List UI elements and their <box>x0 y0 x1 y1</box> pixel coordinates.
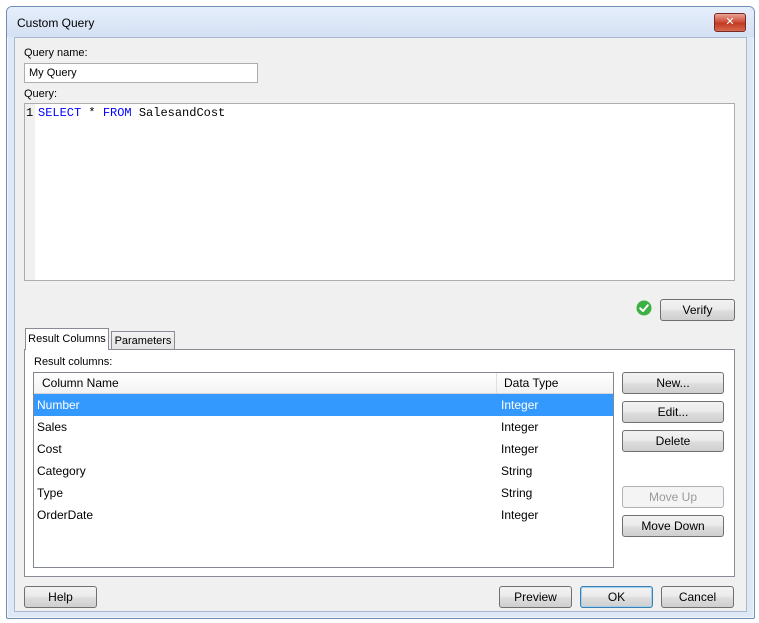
query-code-line: SELECT * FROM SalesandCost <box>38 106 225 120</box>
data-type-cell: Integer <box>501 398 539 412</box>
tab-parameters[interactable]: Parameters <box>111 331 175 350</box>
column-name-cell: Type <box>37 486 64 500</box>
sql-keyword: FROM <box>102 106 132 120</box>
data-type-cell: Integer <box>501 442 539 456</box>
result-columns-label: Result columns: <box>34 356 113 368</box>
verified-check-icon <box>636 300 652 316</box>
query-label: Query: <box>24 88 58 100</box>
list-header: Column Name Data Type <box>34 373 613 394</box>
verify-button[interactable]: Verify <box>660 299 735 321</box>
ok-button[interactable]: OK <box>580 586 653 608</box>
table-row[interactable]: Number Integer <box>34 394 613 416</box>
close-button[interactable]: ✕ <box>714 13 746 32</box>
column-header-name[interactable]: Column Name <box>42 376 119 390</box>
preview-button[interactable]: Preview <box>499 586 572 608</box>
column-name-cell: Sales <box>37 420 68 434</box>
line-number-gutter: 1 <box>25 104 35 280</box>
column-header-type[interactable]: Data Type <box>504 376 558 390</box>
column-name-cell: Number <box>37 398 80 412</box>
data-type-cell: Integer <box>501 508 539 522</box>
result-columns-list[interactable]: Column Name Data Type Number Integer Sal… <box>33 372 614 568</box>
data-type-cell: String <box>501 464 533 478</box>
table-row[interactable]: Sales Integer <box>34 416 613 438</box>
query-name-input[interactable]: My Query <box>24 63 258 83</box>
move-up-button[interactable]: Move Up <box>622 486 724 508</box>
column-name-cell: OrderDate <box>37 508 94 522</box>
data-type-cell: String <box>501 486 533 500</box>
delete-column-button[interactable]: Delete <box>622 430 724 452</box>
sql-text: SalesandCost <box>131 106 226 120</box>
column-name-cell: Cost <box>37 442 62 456</box>
query-name-label: Query name: <box>24 47 88 59</box>
sql-keyword: SELECT <box>38 106 82 120</box>
dialog-body: Query name: My Query Query: 1 SELECT * F… <box>14 37 747 612</box>
move-down-button[interactable]: Move Down <box>622 515 724 537</box>
edit-column-button[interactable]: Edit... <box>622 401 724 423</box>
table-row[interactable]: Type String <box>34 482 613 504</box>
line-number: 1 <box>26 106 34 120</box>
title-bar: Custom Query ✕ <box>7 7 754 37</box>
query-editor[interactable]: 1 SELECT * FROM SalesandCost <box>24 103 735 281</box>
table-row[interactable]: Category String <box>34 460 613 482</box>
custom-query-dialog: Custom Query ✕ Query name: My Query Quer… <box>6 6 755 619</box>
help-button[interactable]: Help <box>24 586 97 608</box>
table-row[interactable]: OrderDate Integer <box>34 504 613 526</box>
column-name-cell: Category <box>37 464 86 478</box>
tab-result-columns[interactable]: Result Columns <box>25 328 109 350</box>
close-icon: ✕ <box>725 16 735 28</box>
new-column-button[interactable]: New... <box>622 372 724 394</box>
data-type-cell: Integer <box>501 420 539 434</box>
window-title: Custom Query <box>17 16 95 30</box>
table-row[interactable]: Cost Integer <box>34 438 613 460</box>
header-separator <box>496 373 497 393</box>
sql-text: * <box>81 106 103 120</box>
cancel-button[interactable]: Cancel <box>661 586 734 608</box>
